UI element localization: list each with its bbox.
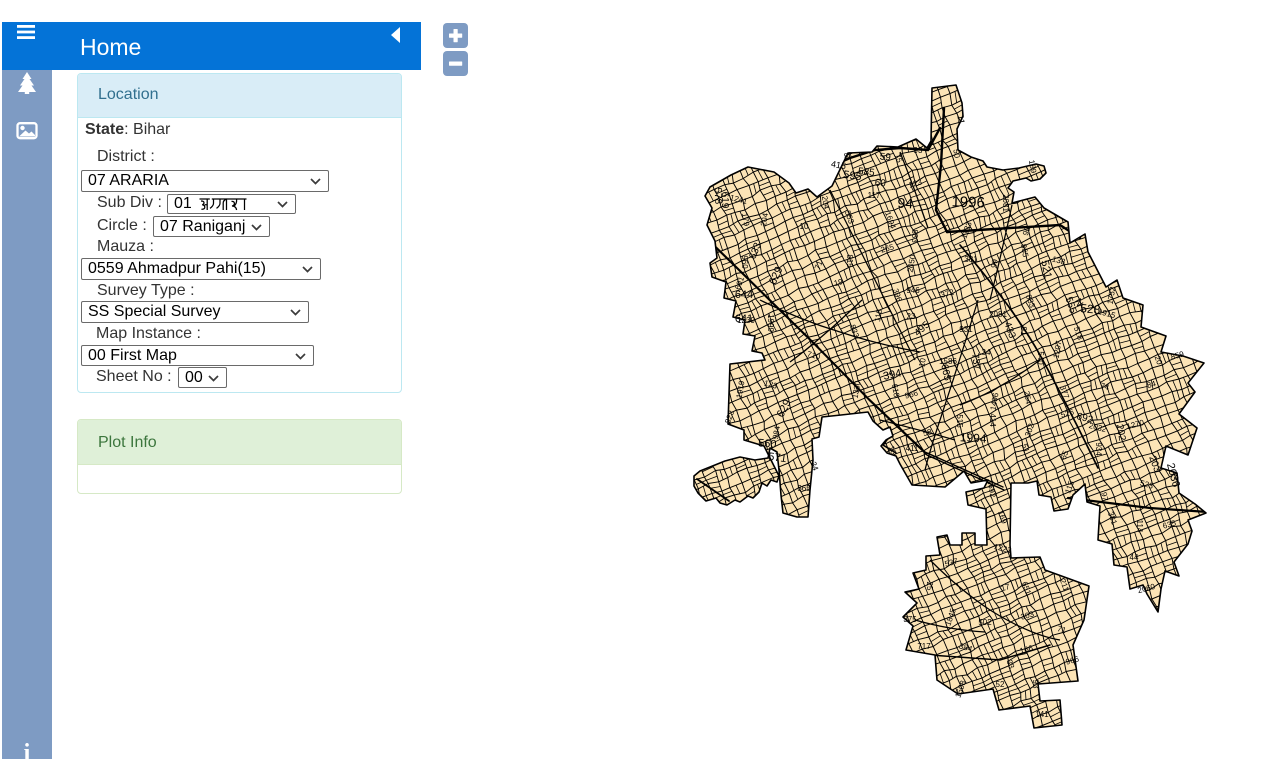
svg-text:11: 11 bbox=[955, 114, 966, 125]
svg-text:931: 931 bbox=[959, 325, 973, 334]
svg-text:94: 94 bbox=[897, 195, 914, 212]
svg-text:571: 571 bbox=[767, 451, 787, 465]
svg-text:960: 960 bbox=[740, 255, 749, 269]
svg-text:1994: 1994 bbox=[960, 430, 988, 445]
svg-text:114: 114 bbox=[1135, 520, 1144, 533]
svg-text:375: 375 bbox=[903, 615, 917, 624]
svg-text:59: 59 bbox=[879, 152, 891, 164]
svg-text:946: 946 bbox=[906, 286, 920, 295]
svg-text:2081: 2081 bbox=[1001, 194, 1010, 212]
svg-text:365: 365 bbox=[797, 484, 811, 493]
svg-text:815: 815 bbox=[845, 254, 854, 268]
svg-text:60: 60 bbox=[874, 178, 886, 190]
svg-text:1999: 1999 bbox=[766, 314, 775, 332]
svg-text:117: 117 bbox=[868, 191, 881, 200]
svg-text:93: 93 bbox=[914, 146, 923, 155]
svg-text:411: 411 bbox=[906, 444, 919, 453]
svg-text:1586: 1586 bbox=[939, 357, 957, 366]
svg-text:1996: 1996 bbox=[951, 193, 985, 211]
svg-text:52: 52 bbox=[996, 680, 1005, 689]
svg-text:25: 25 bbox=[925, 582, 934, 591]
svg-text:91: 91 bbox=[1019, 327, 1028, 336]
svg-text:414: 414 bbox=[988, 413, 997, 427]
svg-text:2081: 2081 bbox=[989, 310, 1007, 319]
svg-text:44: 44 bbox=[1130, 553, 1139, 562]
svg-text:1239: 1239 bbox=[737, 316, 755, 325]
svg-text:585: 585 bbox=[857, 166, 875, 179]
svg-text:717: 717 bbox=[917, 642, 931, 651]
svg-text:644: 644 bbox=[735, 289, 753, 301]
svg-text:34: 34 bbox=[982, 348, 991, 357]
svg-text:381: 381 bbox=[964, 255, 978, 264]
svg-text:540: 540 bbox=[1036, 351, 1045, 365]
svg-text:578: 578 bbox=[712, 187, 724, 204]
svg-text:23: 23 bbox=[907, 312, 916, 321]
svg-text:141: 141 bbox=[1035, 710, 1049, 719]
svg-text:93: 93 bbox=[1031, 680, 1040, 689]
svg-text:502: 502 bbox=[978, 618, 992, 627]
svg-text:515: 515 bbox=[955, 414, 964, 428]
svg-text:833: 833 bbox=[910, 229, 919, 243]
svg-text:934: 934 bbox=[1094, 442, 1103, 456]
svg-text:10: 10 bbox=[800, 222, 809, 231]
